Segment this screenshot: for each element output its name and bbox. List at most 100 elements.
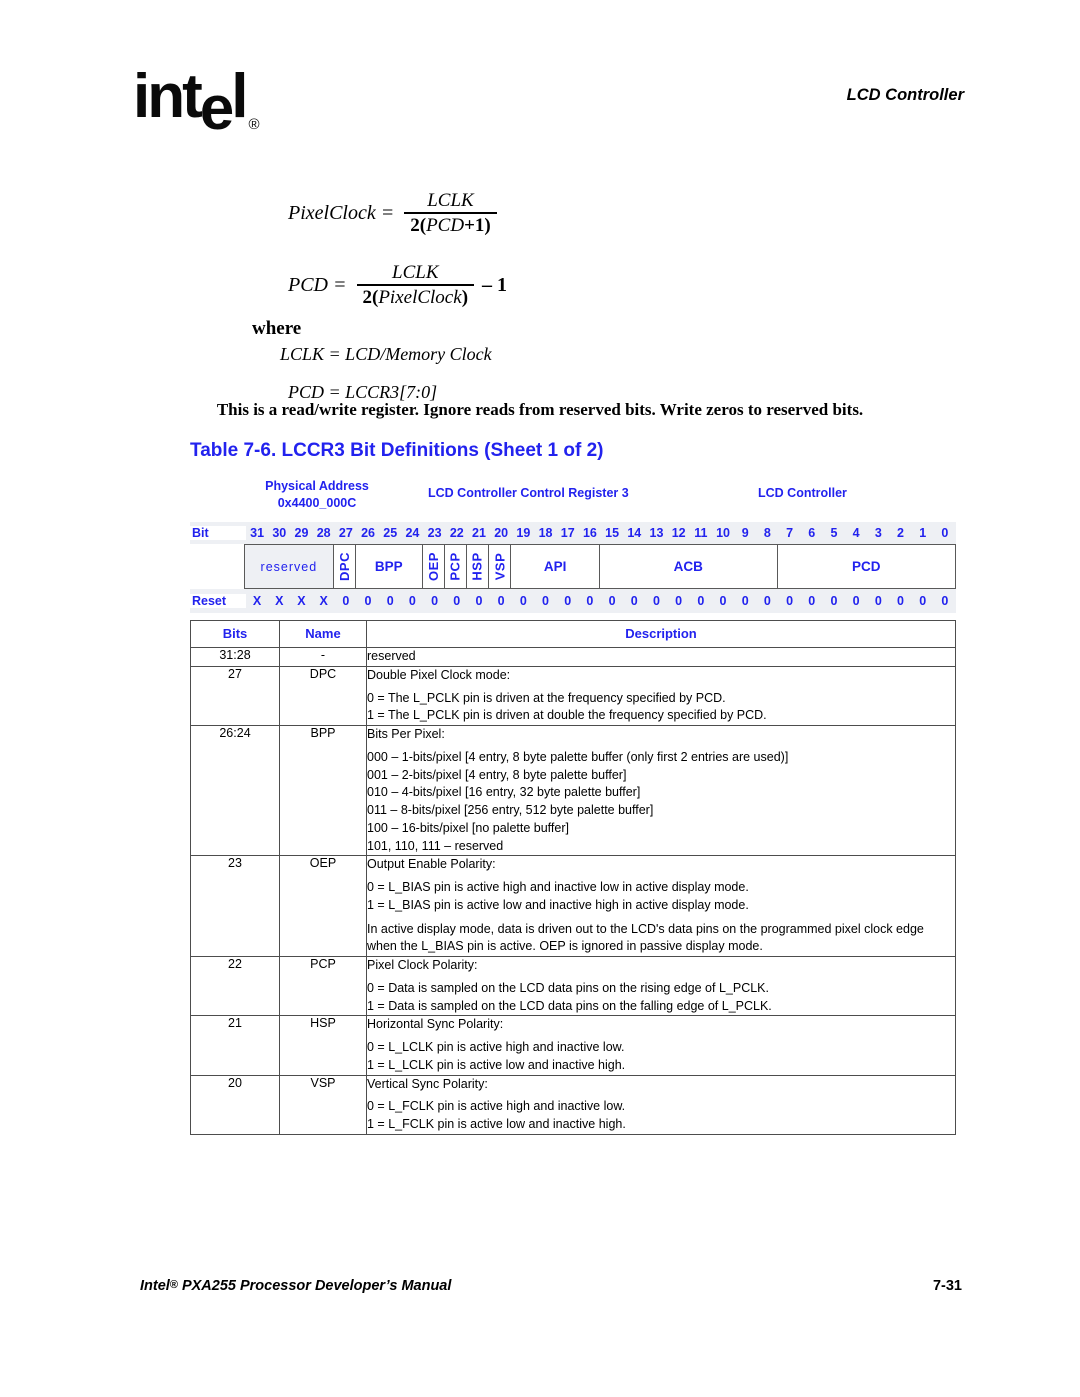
reset-value: 0 [408,594,416,608]
reset-row-label: Reset [190,594,246,608]
bit-field-pcp: PCP [445,545,467,588]
table-caption: Table 7-6. LCCR3 Bit Definitions (Sheet … [190,440,604,461]
column-header-bits: Bits [190,620,280,648]
bit-field-vsp: VSP [489,545,512,588]
table-row: 20 VSP Vertical Sync Polarity: 0 = L_FCLK p… [190,1074,956,1135]
bit-number: 24 [405,526,420,540]
equation-pixelclock-fraction: LCLK 2(PCD+1) [404,190,497,237]
physical-address-block: Physical Address 0x4400_000C [242,478,392,512]
logo-text-l: l [231,62,248,131]
reset-value: X [252,594,262,608]
reset-value: 0 [941,594,949,608]
bit-number: 10 [716,526,730,540]
bit-field-dpc: DPC [334,545,356,588]
reset-value: 0 [652,594,660,608]
page-footer: Intel® PXA255 Processor Developer’s Manu… [0,1278,1080,1302]
table-row: 27 DPC Double Pixel Clock mode: 0 = The L_P… [190,665,956,727]
description-option: 101, 110, 111 – reserved [367,838,504,853]
bit-definitions-table: Bits Name Description 31:28- reserved 27 DP… [190,620,956,1135]
den-body: PCD [426,215,465,237]
bit-field-acb: ACB [600,545,778,588]
register-name: LCD Controller Control Register 3 [428,486,629,500]
description-option: 0 = The L_PCLK pin is driven at the freq… [367,690,726,705]
description-option: 000 – 1-bits/pixel [4 entry, 8 byte pale… [367,749,789,764]
description-option: 0 = L_LCLK pin is active high and inacti… [367,1040,625,1054]
bit-number: 12 [671,526,686,540]
den-suffix: ) [461,287,469,309]
reset-value: 0 [874,594,882,608]
bit-number: 26 [361,526,375,540]
table-head: Bits Name Description [190,620,956,648]
bit-number: 14 [627,526,642,540]
description-lead: reserved [367,649,416,663]
cell-description: Vertical Sync Polarity: 0 = L_FCLK pin is… [366,1074,956,1135]
reset-value: 0 [697,594,705,608]
equation-pixelclock-denominator: 2(PCD+1) [404,214,496,236]
cell-bits: 22 [190,955,280,1017]
bit-field-label: DPC [336,552,352,581]
cell-description: Horizontal Sync Polarity: 0 = L_LCLK pin … [366,1015,956,1076]
bit-number: 18 [538,526,553,540]
physical-address-label: Physical Address [265,479,369,493]
description-option: 100 – 16-bits/pixel [no palette buffer] [367,820,569,835]
column-header-name: Name [279,620,367,648]
description-paragraph: In active display mode, data is driven o… [367,921,924,954]
bit-number: 4 [852,526,860,540]
bit-number: 15 [605,526,620,540]
bit-number: 13 [649,526,664,540]
table-row: 21 HSP Horizontal Sync Polarity: 0 = L_LCLK… [190,1015,956,1076]
bit-number: 28 [316,526,331,540]
bit-field-label: VSP [492,552,508,581]
cell-name: - [279,647,367,667]
table-row: 31:28- reserved [190,647,956,667]
description-option: 1 = L_FCLK pin is active low and inactiv… [367,1117,626,1131]
cell-description: Double Pixel Clock mode: 0 = The L_PCLK p… [366,665,956,727]
reset-value: 0 [342,594,350,608]
description-option: 011 – 8-bits/pixel [256 entry, 512 byte … [367,803,654,817]
cell-name: OEP [279,855,367,957]
bit-number: 17 [560,526,575,540]
column-header-description: Description [366,620,956,648]
description-option: 1 = L_BIAS pin is active low and inactiv… [367,897,749,912]
description-lead: Double Pixel Clock mode: [367,667,511,682]
equation-pcd-trailing: – 1 [482,273,508,296]
equation-pcd-lhs: PCD = [288,273,347,296]
reset-value: 0 [475,594,483,608]
reset-value: 0 [386,594,394,608]
reset-value-row: Reset XXXX0000000000000000000000000000 [190,589,956,613]
page-header: intel ® LCD Controller [0,58,1080,140]
reset-value: 0 [453,594,461,608]
register-bit-diagram: Physical Address 0x4400_000C LCD Control… [190,478,956,613]
reset-value: X [297,594,306,608]
reset-value: 0 [497,594,505,608]
physical-address-value: 0x4400_000C [277,495,357,510]
bit-field-bpp: BPP [356,545,423,588]
den-body: PixelClock [378,287,462,309]
reset-value: X [319,594,328,608]
den-suffix: +1) [464,215,491,237]
reset-value: X [275,594,284,608]
table-row: 26:24 BPP Bits Per Pixel: 000 – 1-bits/pixe… [190,724,956,857]
equation-pcd-denominator: 2(PixelClock) [357,286,475,308]
footer-brand: Intel [140,1278,170,1294]
den-prefix: 2( [362,287,379,309]
intel-logo: intel ® [133,66,260,140]
reset-value: 0 [830,594,838,608]
reset-value: 0 [897,594,904,608]
bit-number: 19 [516,526,531,540]
description-option: 0 = L_BIAS pin is active high and inacti… [367,880,749,894]
bit-field-hsp: HSP [467,545,490,588]
reset-value: 0 [630,594,638,608]
den-prefix: 2( [410,215,427,237]
registered-trademark-icon: ® [248,116,260,133]
cell-bits: 23 [190,855,280,957]
bit-number: 0 [941,526,949,540]
cell-description: Pixel Clock Polarity: 0 = Data is sampled… [366,955,956,1017]
table-header-row: Bits Name Description [190,620,956,648]
equation-pixelclock: PixelClock = LCLK 2(PCD+1) [288,190,497,237]
description-lead: Output Enable Polarity: [367,857,496,872]
reset-value: 0 [364,594,372,608]
cell-description: Output Enable Polarity: 0 = L_BIAS pin is… [366,855,956,957]
bit-number: 22 [449,526,464,540]
cell-name: VSP [279,1074,367,1135]
